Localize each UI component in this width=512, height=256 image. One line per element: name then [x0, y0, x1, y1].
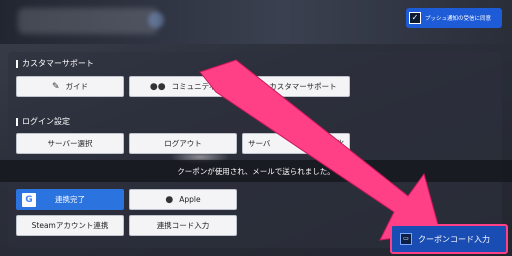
coupon-code-button[interactable]: ▭ クーポンコード入力: [390, 224, 508, 254]
server-select-label: サーバー選択: [47, 139, 93, 148]
logout-label: ログアウト: [164, 139, 202, 148]
coupon-icon: ▭: [400, 233, 412, 245]
customer-support-title: カスタマーサポート: [22, 59, 94, 68]
link-code-label: 連携コード入力: [156, 221, 210, 230]
push-notification-label: プッシュ通知の受信に同意: [425, 16, 492, 22]
apple-link-label: Apple: [179, 195, 201, 204]
headset-icon: ◠: [255, 81, 264, 92]
guide-button[interactable]: ✎ ガイド: [16, 76, 124, 97]
customer-support-label: カスタマーサポート: [269, 82, 337, 91]
toast-message: クーポンが使用され、メールで送られました。: [177, 166, 335, 176]
customer-support-heading: カスタマーサポート: [16, 58, 94, 69]
account-reset-label-right: ント初期化: [306, 139, 345, 148]
account-reset-label-left: サーバ: [248, 139, 271, 148]
google-icon: G: [22, 193, 36, 207]
push-notification-toggle[interactable]: ✓ プッシュ通知の受信に同意: [406, 8, 502, 28]
account-reset-button[interactable]: サーバ ント初期化: [242, 133, 350, 154]
google-link-button[interactable]: G 連携完了: [16, 189, 124, 210]
toast-notification: クーポンが使用され、メールで送られました。: [0, 160, 512, 182]
community-button[interactable]: ●● コミュニティ: [129, 76, 237, 97]
apple-link-button[interactable]: ● Apple: [129, 189, 237, 210]
login-settings-heading: ログイン設定: [16, 116, 70, 127]
blurred-emblem-icon: [148, 12, 164, 28]
community-label: コミュニティ: [171, 82, 217, 91]
top-bar: ✓ プッシュ通知の受信に同意: [0, 0, 512, 44]
steam-link-label: Steamアカウント連携: [31, 221, 109, 230]
apple-icon: ●: [165, 194, 174, 205]
community-icon: ●●: [149, 81, 166, 92]
checkbox-icon[interactable]: ✓: [409, 12, 421, 24]
customer-support-button[interactable]: ◠ カスタマーサポート: [242, 76, 350, 97]
guide-label: ガイド: [65, 82, 89, 91]
heading-marker: [16, 117, 18, 126]
heading-marker: [16, 59, 18, 68]
link-code-input-button[interactable]: 連携コード入力: [129, 215, 237, 236]
blurred-player-info: [18, 8, 158, 34]
server-select-button[interactable]: サーバー選択: [16, 133, 124, 154]
guide-icon: ✎: [51, 81, 60, 92]
steam-link-button[interactable]: Steamアカウント連携: [16, 215, 124, 236]
google-link-label: 連携完了: [55, 195, 85, 204]
login-settings-title: ログイン設定: [22, 117, 70, 126]
coupon-code-label: クーポンコード入力: [418, 234, 490, 244]
